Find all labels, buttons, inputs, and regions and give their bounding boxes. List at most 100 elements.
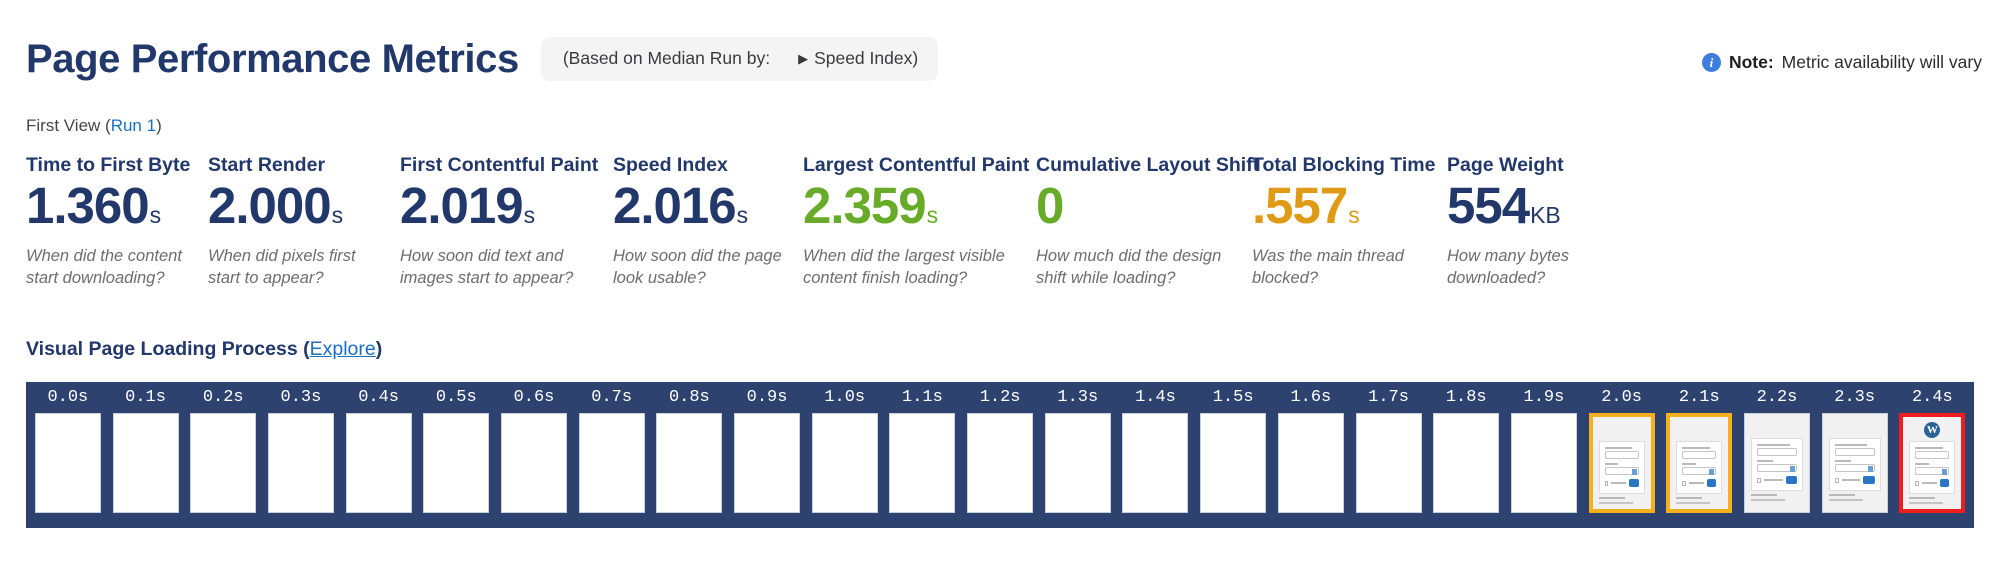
metric-label: Page Weight bbox=[1447, 154, 1564, 176]
metric-unit: s bbox=[1348, 202, 1360, 229]
frame-thumbnail[interactable] bbox=[1588, 413, 1655, 513]
frame-thumbnail[interactable] bbox=[734, 413, 801, 513]
password-field bbox=[1834, 464, 1875, 472]
frame-thumbnail[interactable]: W bbox=[1899, 413, 1966, 513]
metric-card: Start Render 2.000s When did pixels first … bbox=[208, 154, 400, 290]
remember-checkbox bbox=[1756, 477, 1762, 483]
filmstrip-frame[interactable]: 0.4s bbox=[340, 382, 418, 528]
filmstrip-frame[interactable]: 1.9s bbox=[1505, 382, 1583, 528]
frame-thumbnail[interactable] bbox=[1355, 413, 1422, 513]
frame-thumbnail[interactable] bbox=[1510, 413, 1577, 513]
frame-timestamp: 0.9s bbox=[746, 388, 788, 407]
metric-unit: s bbox=[523, 202, 536, 229]
filmstrip-frame[interactable]: 1.4s bbox=[1117, 382, 1195, 528]
metric-number: 2.019 bbox=[400, 177, 524, 235]
explore-link[interactable]: Explore bbox=[310, 338, 376, 360]
login-footer-links bbox=[1676, 497, 1711, 504]
remember-label bbox=[1689, 482, 1705, 484]
median-run-value: Speed Index) bbox=[814, 48, 919, 68]
frame-thumbnail[interactable] bbox=[267, 413, 334, 513]
frame-thumbnail[interactable] bbox=[1277, 413, 1344, 513]
frame-thumbnail[interactable] bbox=[811, 413, 878, 513]
frame-timestamp: 0.4s bbox=[358, 388, 399, 407]
filmstrip-frame[interactable]: 0.1s bbox=[107, 382, 185, 528]
login-footer-links bbox=[1750, 494, 1785, 501]
frame-thumbnail[interactable] bbox=[1122, 413, 1189, 513]
frame-thumbnail[interactable] bbox=[1743, 413, 1810, 513]
triangle-right-icon[interactable]: ▶ bbox=[798, 51, 808, 67]
username-label bbox=[1834, 444, 1868, 446]
remember-row bbox=[1682, 479, 1717, 487]
password-field bbox=[1604, 467, 1639, 475]
metric-number: 2.000 bbox=[208, 177, 332, 235]
metric-number: 554 bbox=[1447, 177, 1530, 235]
frame-timestamp: 1.0s bbox=[824, 388, 866, 407]
filmstrip-frame[interactable]: 2.1s bbox=[1660, 382, 1738, 528]
filmstrip-frame[interactable]: 2.0s bbox=[1583, 382, 1661, 528]
filmstrip-frame[interactable]: 1.5s bbox=[1194, 382, 1272, 528]
frame-thumbnail[interactable] bbox=[34, 413, 101, 513]
filmstrip-frame[interactable]: 1.1s bbox=[884, 382, 962, 528]
frame-thumbnail[interactable] bbox=[1433, 413, 1500, 513]
metric-card: Speed Index 2.016s How soon did the page l… bbox=[613, 154, 803, 290]
run-1-link[interactable]: Run 1 bbox=[111, 116, 156, 135]
note-text: Metric availability will vary bbox=[1781, 52, 1982, 72]
header: Page Performance Metrics (Based on Media… bbox=[26, 30, 1980, 88]
metric-value: 2.019s bbox=[400, 180, 613, 232]
frame-thumbnail[interactable] bbox=[423, 413, 490, 513]
login-submit-button bbox=[1707, 479, 1717, 487]
filmstrip-frame[interactable]: 1.7s bbox=[1350, 382, 1428, 528]
filmstrip-frame[interactable]: 0.3s bbox=[262, 382, 340, 528]
frame-thumbnail[interactable] bbox=[578, 413, 645, 513]
frame-thumbnail[interactable] bbox=[1821, 413, 1888, 513]
field-caret-icon bbox=[1942, 469, 1948, 475]
frame-thumbnail[interactable] bbox=[656, 413, 723, 513]
filmstrip-frame[interactable]: 0.5s bbox=[417, 382, 495, 528]
frame-thumbnail[interactable] bbox=[889, 413, 956, 513]
frame-thumbnail[interactable] bbox=[112, 413, 179, 513]
metric-number: 2.016 bbox=[613, 177, 737, 235]
frame-thumbnail[interactable] bbox=[967, 413, 1034, 513]
metric-unit: s bbox=[926, 202, 939, 229]
frame-timestamp: 1.3s bbox=[1057, 388, 1099, 407]
filmstrip-frame[interactable]: 1.8s bbox=[1427, 382, 1505, 528]
filmstrip-frame[interactable]: 0.7s bbox=[573, 382, 651, 528]
remember-row bbox=[1604, 479, 1639, 487]
median-run-selector[interactable]: (Based on Median Run by: ▶ Speed Index) bbox=[540, 37, 939, 81]
visual-loading-heading: Visual Page Loading Process (Explore) bbox=[26, 338, 382, 361]
filmstrip-frame[interactable]: 0.0s bbox=[29, 382, 107, 528]
frame-thumbnail[interactable] bbox=[1200, 413, 1267, 513]
login-footer-links bbox=[1909, 497, 1944, 504]
frame-thumbnail[interactable] bbox=[190, 413, 257, 513]
filmstrip-frame[interactable]: 1.0s bbox=[806, 382, 884, 528]
remember-checkbox bbox=[1915, 480, 1920, 486]
filmstrip-frame[interactable]: 0.6s bbox=[495, 382, 573, 528]
password-label bbox=[1834, 460, 1851, 462]
filmstrip-frame[interactable]: 0.9s bbox=[728, 382, 806, 528]
filmstrip-frame[interactable]: 0.2s bbox=[184, 382, 262, 528]
page-title: Page Performance Metrics bbox=[26, 36, 519, 81]
frame-thumbnail[interactable] bbox=[1044, 413, 1111, 513]
frame-thumbnail[interactable] bbox=[1666, 413, 1733, 513]
metric-unit: s bbox=[331, 202, 344, 229]
filmstrip-frame[interactable]: 2.3s bbox=[1816, 382, 1894, 528]
metrics-row: Time to First Byte 1.360s When did the con… bbox=[26, 154, 1990, 290]
frame-timestamp: 0.3s bbox=[280, 388, 322, 407]
first-view-suffix: ) bbox=[156, 116, 162, 135]
frame-thumbnail[interactable] bbox=[345, 413, 412, 513]
filmstrip-frame[interactable]: 1.2s bbox=[961, 382, 1039, 528]
metric-description: When did the largest visible content fin… bbox=[803, 247, 1005, 288]
remember-label bbox=[1764, 479, 1783, 481]
metric-value: 1.360s bbox=[26, 180, 208, 232]
filmstrip-frame[interactable]: 0.8s bbox=[651, 382, 729, 528]
frame-thumbnail[interactable] bbox=[500, 413, 567, 513]
filmstrip-frame[interactable]: 2.2s bbox=[1738, 382, 1816, 528]
frame-timestamp: 0.2s bbox=[202, 388, 244, 407]
metric-label: Total Blocking Time bbox=[1252, 154, 1436, 176]
thumbnail-screenshot: W bbox=[1903, 417, 1962, 509]
filmstrip-frame[interactable]: 2.4s W bbox=[1894, 382, 1972, 528]
metric-description: How much did the design shift while load… bbox=[1036, 247, 1222, 288]
filmstrip-frame[interactable]: 1.6s bbox=[1272, 382, 1350, 528]
filmstrip-frame[interactable]: 1.3s bbox=[1039, 382, 1117, 528]
metric-value: 2.359s bbox=[803, 180, 1036, 232]
